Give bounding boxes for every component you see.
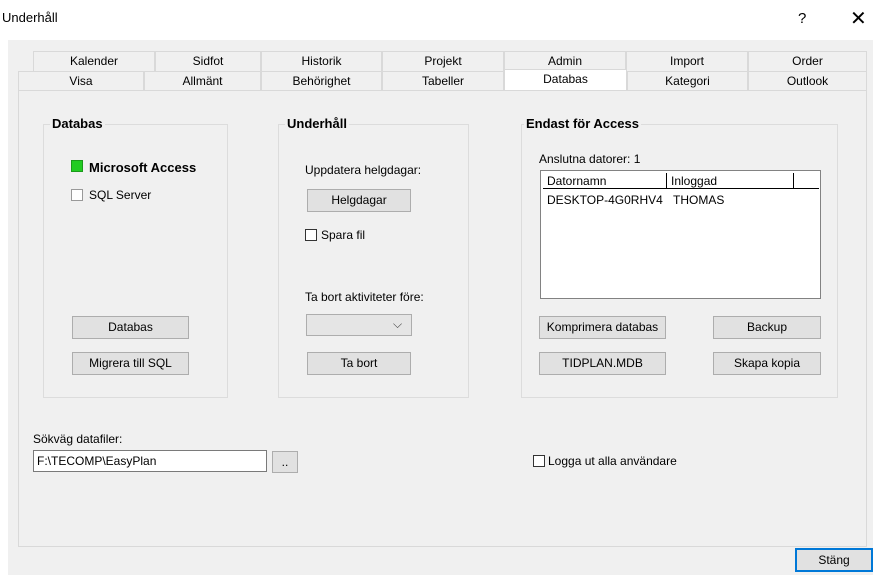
browse-button[interactable]: .. [272, 451, 298, 473]
chevron-down-icon: ⌵ [393, 317, 403, 331]
help-icon[interactable]: ? [798, 10, 806, 27]
tab-behorighet[interactable]: Behörighet [261, 71, 382, 91]
row-computer-name: DESKTOP-4G0RHV4 [547, 193, 663, 207]
microsoft-access-label: Microsoft Access [89, 160, 197, 175]
connected-count: Anslutna datorer: 1 [539, 152, 641, 166]
tab-kategori[interactable]: Kategori [627, 71, 748, 91]
logout-all-label: Logga ut alla användare [548, 454, 677, 468]
underhall-group-title: Underhåll [285, 116, 349, 131]
tab-order[interactable]: Order [748, 51, 867, 71]
title-bar: Underhåll ? ✕ [0, 0, 873, 40]
column-header-logged-in[interactable]: Inloggad [667, 173, 794, 189]
row-logged-in-user: THOMAS [673, 193, 725, 207]
tab-historik[interactable]: Historik [261, 51, 382, 71]
tab-projekt[interactable]: Projekt [382, 51, 504, 71]
tab-sidfot[interactable]: Sidfot [155, 51, 261, 71]
save-file-checkbox[interactable] [305, 229, 317, 241]
databas-group-title: Databas [50, 116, 105, 131]
tab-outlook[interactable]: Outlook [748, 71, 867, 91]
window-title: Underhåll [2, 10, 58, 25]
sql-server-label: SQL Server [89, 188, 152, 202]
connected-list[interactable]: Datornamn Inloggad DESKTOP-4G0RHV4 THOMA… [540, 170, 821, 299]
column-header-empty [794, 173, 819, 189]
tab-allmant[interactable]: Allmänt [144, 71, 261, 91]
tab-admin[interactable]: Admin [504, 51, 626, 71]
remove-button[interactable]: Ta bort [307, 352, 411, 375]
update-holidays-label: Uppdatera helgdagar: [305, 163, 422, 177]
save-file-label: Spara fil [321, 228, 366, 242]
close-icon[interactable]: ✕ [850, 6, 867, 31]
databas-button[interactable]: Databas [72, 316, 189, 339]
access-indicator-icon[interactable] [71, 160, 83, 172]
tab-tabeller[interactable]: Tabeller [382, 71, 504, 91]
table-row[interactable]: DESKTOP-4G0RHV4 THOMAS [541, 192, 820, 208]
logout-all-checkbox[interactable] [533, 455, 545, 467]
tab-import[interactable]: Import [626, 51, 748, 71]
date-dropdown[interactable]: ⌵ [306, 314, 412, 336]
remove-activities-label: Ta bort aktiviteter före: [305, 290, 424, 304]
create-copy-button[interactable]: Skapa kopia [713, 352, 821, 375]
tab-kalender[interactable]: Kalender [33, 51, 155, 71]
data-path-label: Sökväg datafiler: [33, 432, 123, 446]
tab-databas[interactable]: Databas [504, 69, 627, 91]
holidays-button[interactable]: Helgdagar [307, 189, 411, 212]
compact-database-button[interactable]: Komprimera databas [539, 316, 666, 339]
backup-button[interactable]: Backup [713, 316, 821, 339]
tidplan-mdb-button[interactable]: TIDPLAN.MDB [539, 352, 666, 375]
data-path-input[interactable]: F:\TECOMP\EasyPlan [33, 450, 267, 472]
tab-visa[interactable]: Visa [18, 71, 144, 91]
close-button[interactable]: Stäng [795, 548, 873, 572]
access-group-title: Endast för Access [524, 116, 641, 131]
column-header-computer[interactable]: Datornamn [543, 173, 667, 189]
sql-server-checkbox[interactable] [71, 189, 83, 201]
migrate-sql-button[interactable]: Migrera till SQL [72, 352, 189, 375]
